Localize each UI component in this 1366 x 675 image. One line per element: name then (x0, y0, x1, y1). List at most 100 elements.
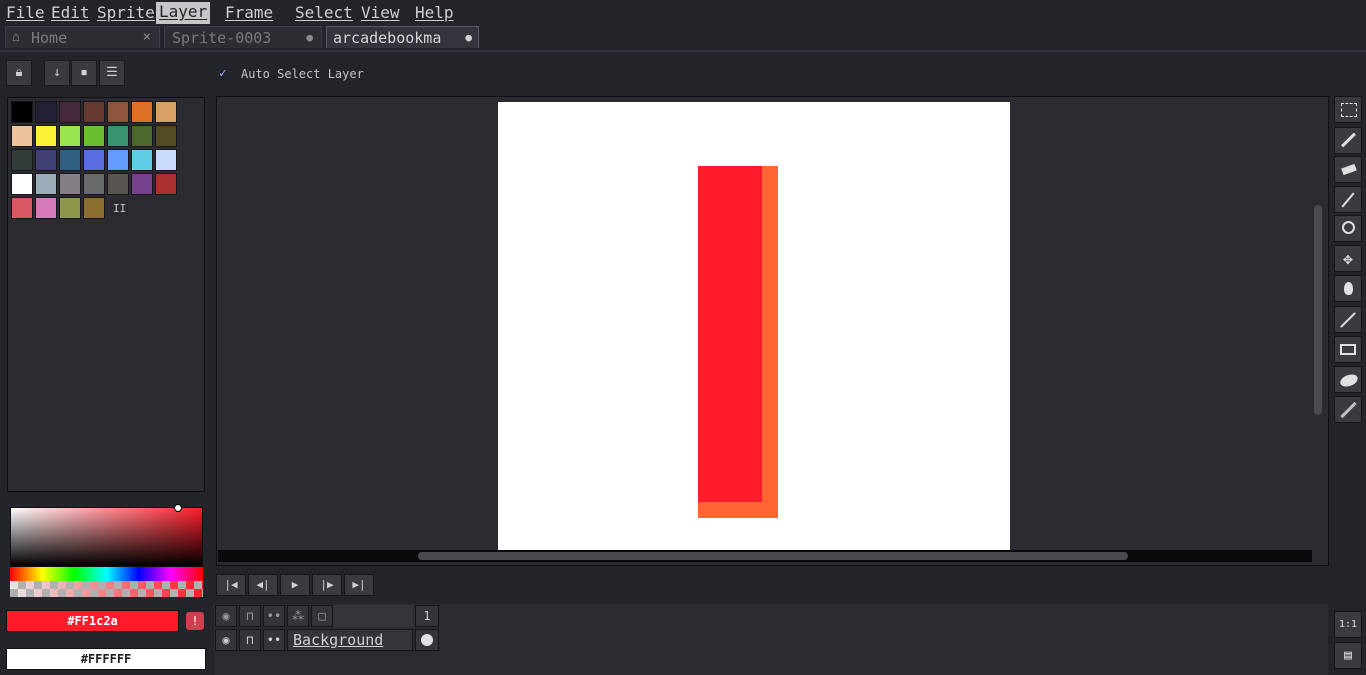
film-strip-icon[interactable]: ▤ (1334, 642, 1362, 669)
palette-swatch[interactable] (131, 125, 153, 147)
palette-swatch[interactable] (83, 101, 105, 123)
palette-swatch[interactable] (155, 125, 177, 147)
frame-header[interactable]: 1 (415, 605, 439, 627)
tab-label: arcadebookma (333, 29, 442, 47)
palette-swatch[interactable] (11, 197, 33, 219)
save-palette-icon[interactable]: ▪ (71, 60, 97, 86)
background-color-field[interactable]: #FFFFFF (6, 648, 206, 670)
frame-square-icon[interactable]: □ (311, 605, 333, 627)
pencil-tool-icon[interactable] (1334, 127, 1362, 154)
menu-lines-icon[interactable]: ☰ (99, 60, 125, 86)
last-frame-button[interactable]: ▶| (344, 574, 374, 596)
contour-tool-icon[interactable] (1334, 366, 1362, 393)
palette-swatch[interactable] (83, 125, 105, 147)
tab-bar: ⌂ Home × Sprite-0003 ● arcadebookma ● (0, 24, 1366, 52)
layer-name[interactable]: Background (293, 631, 383, 649)
layer-continuous-icon[interactable]: •• (263, 629, 285, 651)
palette-swatch[interactable] (11, 101, 33, 123)
palette-swatch[interactable] (59, 101, 81, 123)
palette-swatch[interactable] (59, 173, 81, 195)
palette-swatch[interactable] (83, 197, 105, 219)
horizontal-scrollbar[interactable] (418, 552, 1128, 560)
modified-dot-icon[interactable]: ● (306, 31, 313, 44)
marquee-tool-icon[interactable] (1334, 96, 1362, 123)
menu-sprite[interactable]: Sprite (97, 3, 155, 22)
palette-swatch[interactable] (35, 125, 57, 147)
next-frame-button[interactable]: |▶ (312, 574, 342, 596)
palette-swatch[interactable] (59, 125, 81, 147)
layer-header-blank (333, 605, 413, 627)
foreground-color-field[interactable]: #FF1c2a (6, 610, 179, 632)
palette-resize-handle[interactable]: II (113, 202, 126, 215)
palette-swatch[interactable] (131, 101, 153, 123)
palette-swatch[interactable] (59, 149, 81, 171)
auto-select-checkbox[interactable]: ✓ (219, 66, 233, 81)
palette-swatch[interactable] (11, 125, 33, 147)
hue-slider[interactable] (10, 567, 203, 581)
palette-swatch[interactable] (83, 173, 105, 195)
layer-row[interactable]: Background (287, 629, 413, 651)
play-button[interactable]: ▶ (280, 574, 310, 596)
tab-sprite-0003[interactable]: Sprite-0003 ● (164, 26, 322, 48)
vertical-scrollbar[interactable] (1314, 205, 1322, 415)
move-tool-icon[interactable]: ✥ (1334, 245, 1362, 272)
palette-swatch[interactable] (155, 149, 177, 171)
menu-frame[interactable]: Frame (225, 3, 273, 22)
palette-swatch[interactable] (107, 149, 129, 171)
menu-bar: File Edit Sprite Layer Frame Select View… (0, 0, 1366, 24)
alpha-slider[interactable] (10, 581, 203, 597)
tab-label: Sprite-0003 (172, 29, 272, 47)
menu-view[interactable]: View (361, 3, 400, 22)
palette-swatch[interactable] (83, 149, 105, 171)
paint-bucket-tool-icon[interactable] (1334, 275, 1362, 302)
palette-swatch[interactable] (131, 173, 153, 195)
sv-cursor[interactable] (174, 504, 182, 512)
palette-swatch[interactable] (107, 173, 129, 195)
line-tool-icon[interactable] (1334, 306, 1362, 333)
layers-icon[interactable]: ⁂ (287, 605, 309, 627)
menu-edit[interactable]: Edit (51, 3, 90, 22)
layer-lock-icon[interactable]: ⊓ (239, 629, 261, 651)
color-saturation-value-box[interactable] (10, 507, 203, 567)
palette-swatch[interactable] (107, 101, 129, 123)
palette-swatch[interactable] (11, 149, 33, 171)
palette-swatch[interactable] (35, 149, 57, 171)
eye-icon[interactable]: ◉ (215, 605, 237, 627)
menu-help[interactable]: Help (415, 3, 454, 22)
layer-visible-eye-icon[interactable]: ◉ (215, 629, 237, 651)
blur-tool-icon[interactable] (1334, 396, 1362, 423)
palette-swatch[interactable] (155, 101, 177, 123)
menu-file[interactable]: File (6, 3, 45, 22)
tab-arcadebookma[interactable]: arcadebookma ● (326, 26, 479, 48)
palette-swatch[interactable] (35, 101, 57, 123)
palette-swatch[interactable] (107, 125, 129, 147)
arrow-down-icon[interactable]: ↓ (44, 60, 70, 86)
menu-select[interactable]: Select (295, 3, 353, 22)
previous-frame-button[interactable]: ◀| (248, 574, 278, 596)
palette-swatch[interactable] (35, 173, 57, 195)
palette-swatch[interactable] (155, 173, 177, 195)
palette-swatch[interactable] (35, 197, 57, 219)
palette-swatch[interactable] (59, 197, 81, 219)
menu-layer[interactable]: Layer (156, 2, 211, 24)
tab-home[interactable]: ⌂ Home × (5, 26, 160, 48)
red-rectangle (698, 166, 762, 502)
modified-dot-icon[interactable]: ● (465, 31, 472, 44)
home-icon: ⌂ (12, 30, 20, 45)
warning-icon[interactable]: ! (186, 612, 204, 630)
sprite-canvas[interactable] (498, 102, 1010, 550)
zoom-tool-icon[interactable] (1334, 215, 1362, 242)
first-frame-button[interactable]: |◀ (216, 574, 246, 596)
lock-icon[interactable]: 🔒︎ (6, 60, 32, 86)
palette-swatch[interactable] (131, 149, 153, 171)
link-icon[interactable]: •• (263, 605, 285, 627)
eraser-tool-icon[interactable] (1334, 156, 1362, 183)
eyedropper-tool-icon[interactable] (1334, 186, 1362, 213)
rectangle-tool-icon[interactable] (1334, 336, 1362, 363)
cel-keyframe[interactable] (415, 629, 439, 651)
zoom-1-1-button[interactable]: 1:1 (1334, 611, 1362, 638)
palette-swatch[interactable] (11, 173, 33, 195)
close-icon[interactable]: × (143, 29, 151, 45)
tab-label: Home (31, 29, 68, 47)
lock-icon[interactable]: ⊓ (239, 605, 261, 627)
